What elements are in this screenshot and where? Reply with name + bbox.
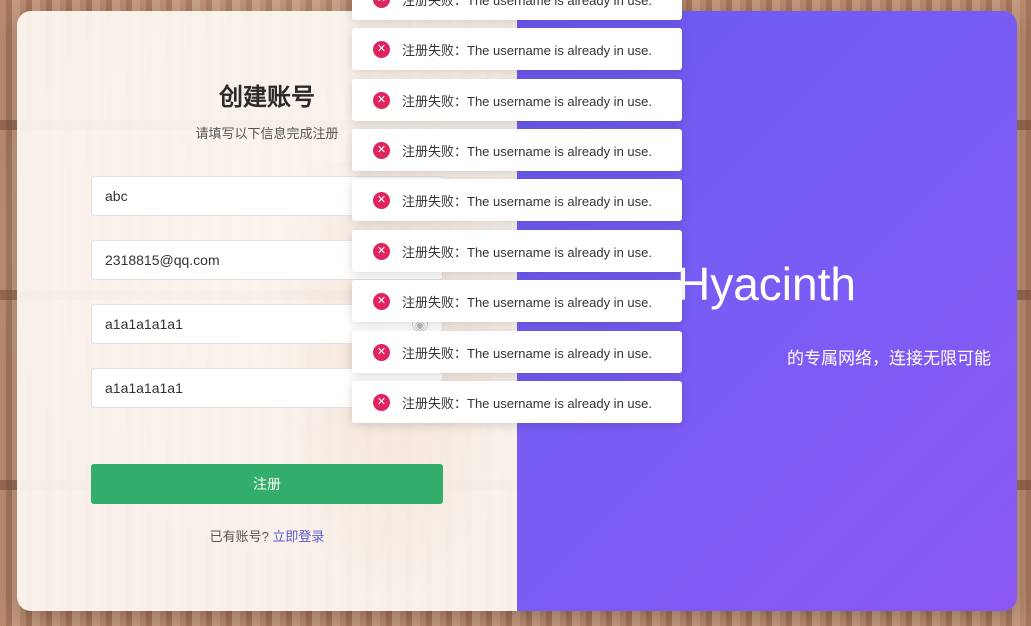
email-value: 2318815@qq.com: [105, 252, 220, 268]
error-toast: ✕ 注册失败：The username is already in use.: [352, 230, 682, 272]
error-toast: ✕ 注册失败：The username is already in use.: [352, 79, 682, 121]
error-circle-icon: ✕: [373, 0, 390, 8]
toast-message: 注册失败：The username is already in use.: [402, 93, 652, 109]
password-value: a1a1a1a1a1: [105, 316, 183, 332]
brand-name: Hyacinth: [677, 258, 856, 310]
have-account-text: 已有账号?: [209, 529, 269, 544]
toast-message: 注册失败：The username is already in use.: [402, 42, 652, 58]
error-circle-icon: ✕: [373, 191, 390, 209]
error-toast: ✕ 注册失败：The username is already in use.: [352, 129, 682, 171]
login-link[interactable]: 立即登录: [272, 529, 324, 544]
toast-message: 注册失败：The username is already in use.: [402, 0, 652, 8]
register-button[interactable]: 注册: [91, 464, 443, 504]
error-circle-icon: ✕: [373, 292, 390, 310]
login-prompt: 已有账号? 立即登录: [17, 526, 517, 545]
error-toast: ✕ 注册失败：The username is already in use.: [352, 28, 682, 70]
toast-message: 注册失败：The username is already in use.: [402, 345, 652, 361]
error-toast: ✕ 注册失败：The username is already in use.: [352, 179, 682, 221]
error-toast: ✕ 注册失败：The username is already in use.: [352, 280, 682, 322]
error-toast: ✕ 注册失败：The username is already in use.: [352, 0, 682, 20]
confirm-password-value: a1a1a1a1a1: [105, 380, 183, 396]
error-circle-icon: ✕: [373, 343, 390, 361]
error-toast: ✕ 注册失败：The username is already in use.: [352, 381, 682, 423]
error-circle-icon: ✕: [373, 91, 390, 109]
error-circle-icon: ✕: [373, 141, 390, 159]
toast-message: 注册失败：The username is already in use.: [402, 294, 652, 310]
toast-message: 注册失败：The username is already in use.: [402, 143, 652, 159]
toast-message: 注册失败：The username is already in use.: [402, 244, 652, 260]
error-toast: ✕ 注册失败：The username is already in use.: [352, 331, 682, 373]
error-circle-icon: ✕: [373, 40, 390, 58]
brand-slogan: 的专属网络，连接无限可能: [787, 349, 991, 368]
error-circle-icon: ✕: [373, 393, 390, 411]
toast-message: 注册失败：The username is already in use.: [402, 395, 652, 411]
username-value: abc: [105, 188, 128, 204]
toast-message: 注册失败：The username is already in use.: [402, 193, 652, 209]
error-circle-icon: ✕: [373, 242, 390, 260]
